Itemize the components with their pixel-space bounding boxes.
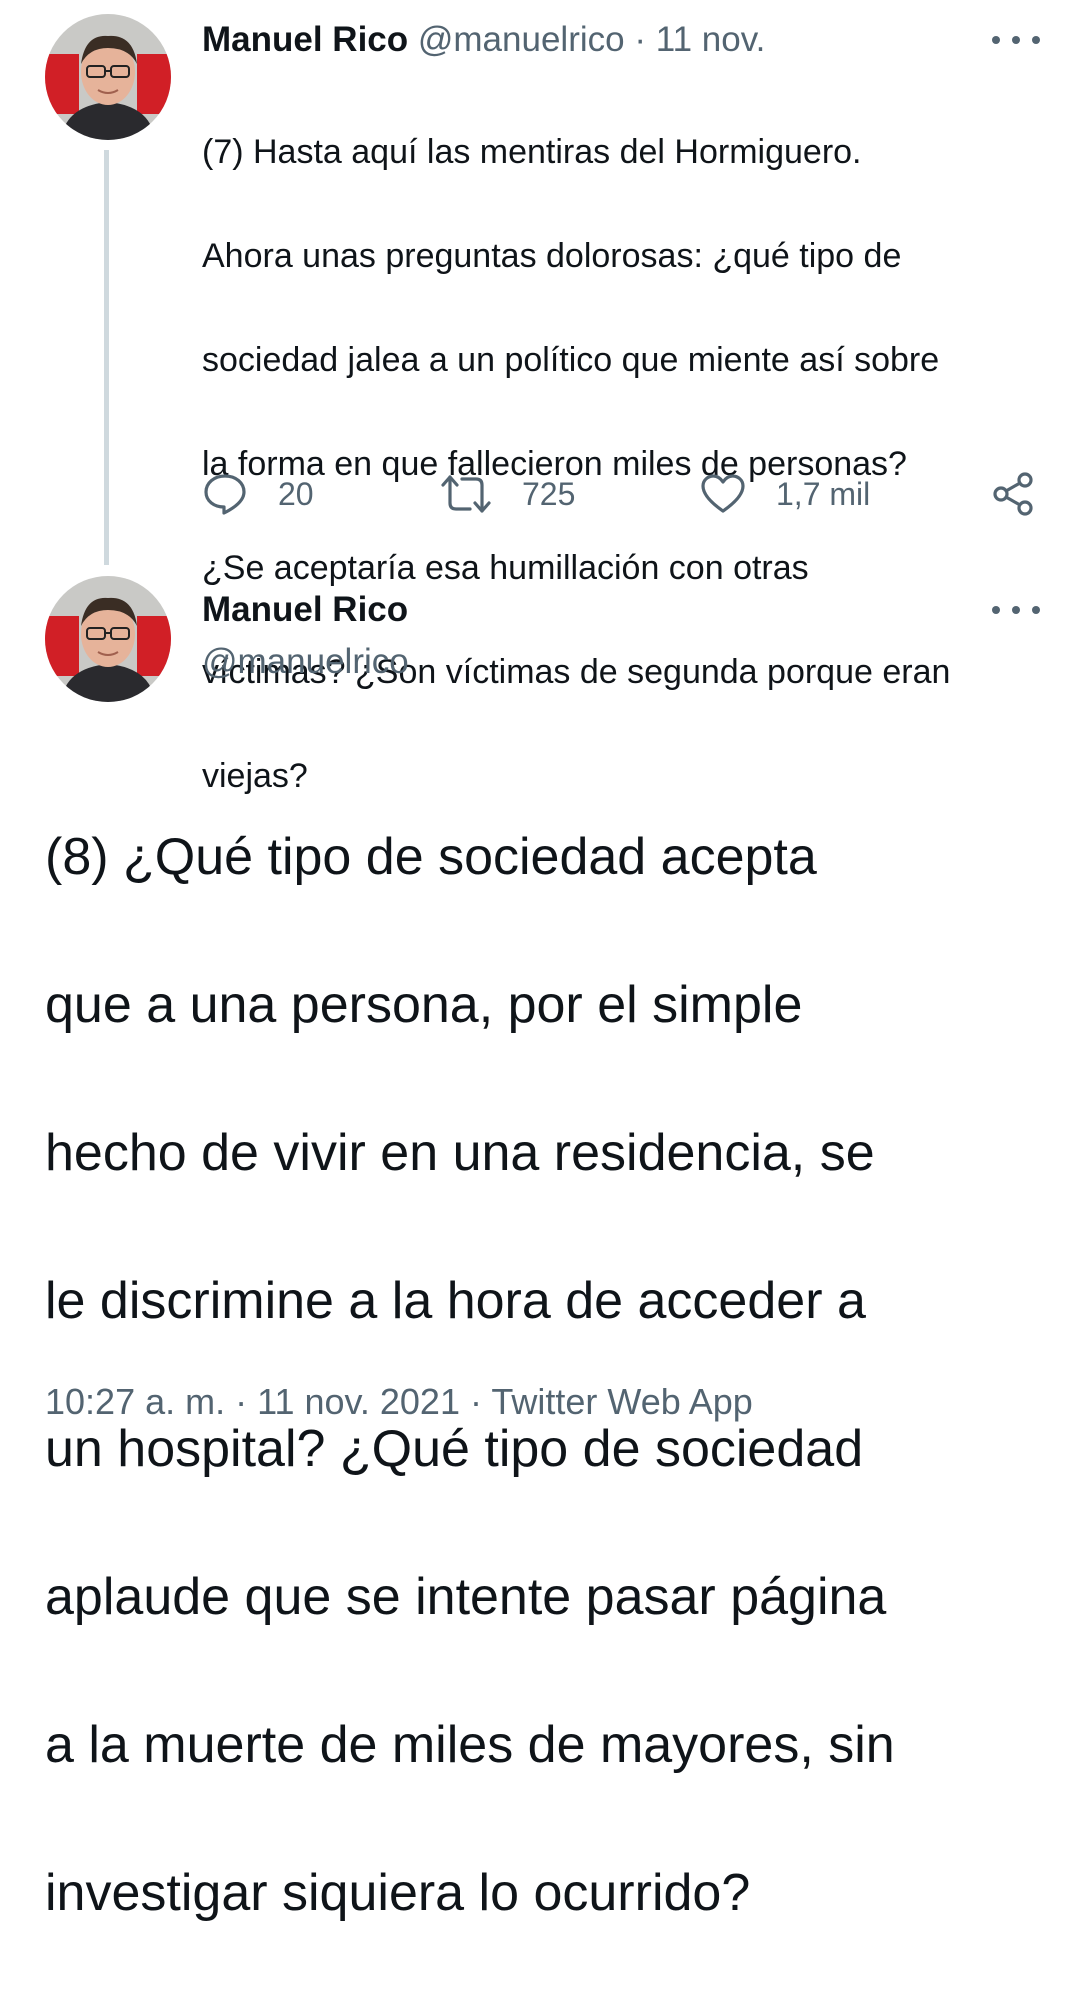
tweet-text: (8) ¿Qué tipo de sociedad acepta que a u… — [45, 746, 1055, 2004]
tweet-text-line: sociedad jalea a un político que miente … — [202, 341, 940, 379]
tweet-text-line: la forma en que fallecieron miles de per… — [202, 445, 907, 483]
tweet-text-line: hecho de vivir en una residencia, se — [45, 1124, 875, 1182]
reply-count: 20 — [278, 475, 314, 512]
header-separator: · — [634, 20, 646, 59]
more-options-button[interactable] — [992, 30, 1040, 50]
tweet-text-line: (8) ¿Qué tipo de sociedad acepta — [45, 828, 817, 886]
avatar-image — [45, 576, 171, 702]
tweet-text-line: que a una persona, por el simple — [45, 976, 803, 1034]
more-options-icon — [992, 36, 1000, 44]
tweet-text-line: a la muerte de miles de mayores, sin — [45, 1716, 895, 1774]
author-handle[interactable]: @manuelrico — [418, 20, 625, 59]
heart-icon — [701, 474, 745, 513]
tweet-full-date[interactable]: 11 nov. 2021 — [257, 1381, 460, 1422]
tweet-header: Manuel Rico @manuelrico · 11 nov. — [202, 18, 765, 62]
tweet-text-line: aplaude que se intente pasar página — [45, 1568, 887, 1626]
tweet-source[interactable]: Twitter Web App — [491, 1381, 752, 1422]
share-button[interactable] — [990, 470, 1036, 518]
meta-separator: · — [235, 1381, 248, 1422]
author-name[interactable]: Manuel Rico — [202, 588, 408, 632]
tweet-date[interactable]: 11 nov. — [656, 20, 766, 59]
tweet-text-line: ¿Se aceptaría esa humillación con otras — [202, 549, 809, 587]
avatar[interactable] — [45, 14, 171, 140]
tweet-metadata: 10:27 a. m. · 11 nov. 2021 · Twitter Web… — [45, 1380, 753, 1424]
author-handle[interactable]: @manuelrico — [202, 640, 409, 684]
reply-button[interactable]: 20 — [202, 470, 314, 518]
meta-separator: · — [470, 1381, 482, 1422]
thread-line — [104, 150, 109, 565]
reply-icon — [204, 474, 246, 515]
more-options-icon — [992, 606, 1000, 614]
tweet-text-line: le discrimine a la hora de acceder a — [45, 1272, 866, 1330]
retweet-icon — [441, 475, 491, 513]
retweet-count: 725 — [522, 475, 576, 512]
tweet-text-line: investigar siquiera lo ocurrido? — [45, 1864, 751, 1922]
like-button[interactable]: 1,7 mil — [700, 470, 870, 518]
avatar[interactable] — [45, 576, 171, 702]
tweet-time[interactable]: 10:27 a. m. — [45, 1381, 225, 1422]
retweet-button[interactable]: 725 — [440, 470, 575, 518]
tweet-text-line: Ahora unas preguntas dolorosas: ¿qué tip… — [202, 237, 902, 275]
share-icon — [993, 472, 1033, 516]
avatar-image — [45, 14, 171, 140]
like-count: 1,7 mil — [776, 475, 871, 512]
tweet-text-line: (7) Hasta aquí las mentiras del Hormigue… — [202, 133, 862, 171]
more-options-button[interactable] — [992, 600, 1040, 620]
author-name[interactable]: Manuel Rico — [202, 20, 408, 59]
tweet-text: (7) Hasta aquí las mentiras del Hormigue… — [202, 74, 1052, 854]
